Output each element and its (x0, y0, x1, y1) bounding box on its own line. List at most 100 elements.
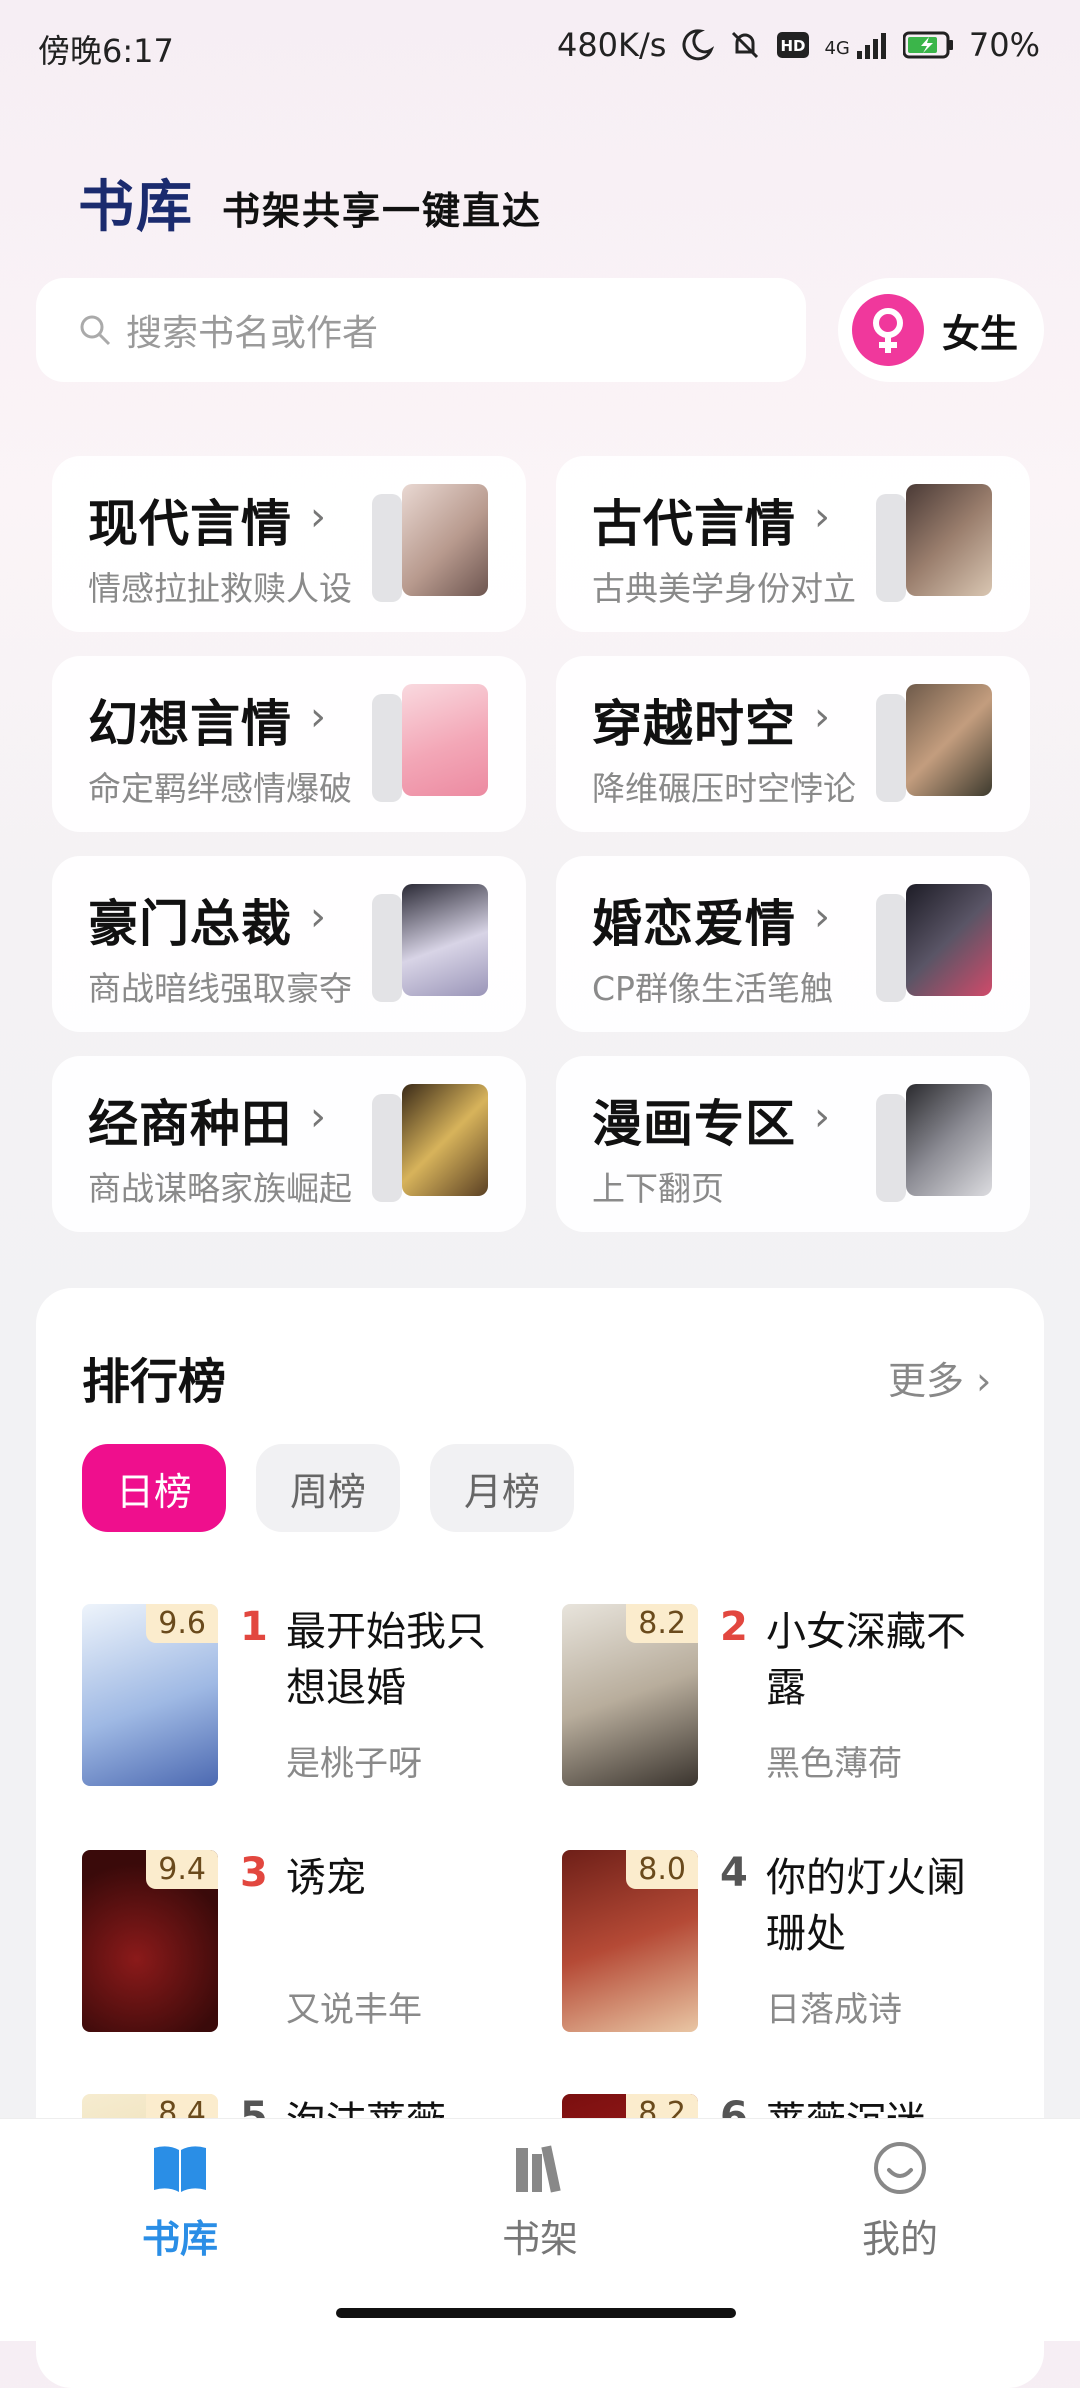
category-card-fantasy-romance[interactable]: 幻想言情 › 命定羁绊感情爆破 (52, 656, 526, 832)
category-desc: 商战暗线强取豪夺 (88, 969, 352, 1008)
book-title: 小女深藏不露 (766, 1609, 966, 1711)
cover-stack (876, 694, 906, 802)
nav-label: 书库 (141, 2217, 218, 2261)
moon-icon (680, 28, 715, 62)
category-desc: 古典美学身份对立 (592, 569, 856, 608)
book-title: 你的灯火阑珊处 (766, 1855, 966, 1957)
nav-item-bookshelf[interactable]: 书架 (440, 2140, 640, 2263)
book-author: 黑色薄荷 (766, 1744, 902, 1784)
category-cover-image (906, 484, 992, 596)
nav-item-profile[interactable]: 我的 (800, 2140, 1000, 2263)
score-badge: 8.4 (146, 2094, 218, 2118)
female-icon (852, 294, 924, 366)
category-card-comics[interactable]: 漫画专区 › 上下翻页 (556, 1056, 1030, 1232)
hd-icon: HD (776, 31, 810, 59)
category-name: 豪门总裁 (88, 895, 292, 953)
nav-label: 书架 (501, 2217, 578, 2261)
cover-stack (876, 494, 906, 602)
page-title: 书库 (78, 175, 194, 240)
category-card-business-farming[interactable]: 经商种田 › 商战谋略家族崛起 (52, 1056, 526, 1232)
more-label: 更多 (888, 1359, 965, 1403)
category-name: 经商种田 (88, 1095, 292, 1153)
chevron-right-icon: › (814, 494, 830, 540)
signal-icon: 4G (824, 31, 888, 59)
nav-item-library[interactable]: 书库 (80, 2140, 280, 2263)
ranking-title: 排行榜 (82, 1354, 227, 1410)
ranking-item[interactable]: 8.0 4 你的灯火阑珊处 日落成诗 (562, 1850, 1002, 2050)
category-name: 现代言情 (88, 495, 292, 553)
category-cover-image (402, 684, 488, 796)
category-name: 幻想言情 (88, 695, 292, 753)
category-cover-image (906, 1084, 992, 1196)
category-name: 漫画专区 (592, 1095, 796, 1153)
category-cover-image (402, 1084, 488, 1196)
book-author: 日落成诗 (766, 1990, 902, 2030)
rank-number: 5 (240, 2094, 268, 2118)
status-bar: 傍晚6:17 480K/s HD 4G 70% (0, 0, 1080, 90)
status-icons: 480K/s HD 4G 70% (557, 26, 1040, 64)
book-cover: 8.2 (562, 1604, 698, 1786)
category-desc: 情感拉扯救赎人设 (88, 569, 352, 608)
category-card-time-travel[interactable]: 穿越时空 › 降维碾压时空悖论 (556, 656, 1030, 832)
gender-switch-button[interactable]: 女生 (838, 278, 1044, 382)
category-desc: 商战谋略家族崛起 (88, 1169, 352, 1208)
rank-number: 1 (240, 1604, 268, 1650)
score-badge: 8.2 (626, 2094, 698, 2118)
score-badge: 8.0 (626, 1850, 698, 1889)
rank-number: 4 (720, 1850, 748, 1896)
book-author: 是桃子呀 (286, 1744, 422, 1784)
more-link[interactable]: 更多 › (888, 1350, 991, 1405)
cover-stack (876, 1094, 906, 1202)
chevron-right-icon: › (814, 1094, 830, 1140)
book-cover: 8.4 (82, 2094, 218, 2118)
score-badge: 9.4 (146, 1850, 218, 1889)
score-badge: 8.2 (626, 1604, 698, 1643)
battery-level: 70% (968, 26, 1040, 64)
network-speed: 480K/s (556, 26, 667, 64)
svg-text:HD: HD (781, 37, 806, 55)
category-desc: 降维碾压时空悖论 (592, 769, 856, 808)
category-name: 穿越时空 (592, 695, 796, 753)
rank-number: 3 (240, 1850, 268, 1896)
ranking-item[interactable]: 8.2 2 小女深藏不露 黑色薄荷 (562, 1604, 1002, 1804)
cover-stack (372, 694, 402, 802)
tab-monthly[interactable]: 月榜 (430, 1444, 574, 1532)
search-input[interactable]: 搜索书名或作者 (36, 278, 806, 382)
home-indicator[interactable] (336, 2308, 736, 2318)
battery-icon (902, 31, 955, 59)
tab-daily[interactable]: 日榜 (82, 1444, 226, 1532)
ranking-item[interactable]: 9.4 3 诱宠 又说丰年 (82, 1850, 522, 2050)
smiley-icon (874, 2142, 926, 2194)
network-type: 4G (824, 38, 850, 59)
cover-stack (876, 894, 906, 1002)
book-title: 蔷薇沉迷 (766, 2094, 996, 2118)
chevron-right-icon: › (310, 1094, 326, 1140)
mute-bell-icon (728, 28, 762, 62)
ranking-item[interactable]: 9.6 1 最开始我只想退婚 是桃子呀 (82, 1604, 522, 1804)
ranking-item[interactable]: 8.2 6 蔷薇沉迷 (562, 2094, 1002, 2118)
book-cover: 9.6 (82, 1604, 218, 1786)
chevron-right-icon: › (310, 494, 326, 540)
tab-weekly[interactable]: 周榜 (256, 1444, 400, 1532)
search-icon (80, 315, 111, 346)
chevron-right-icon: › (976, 1359, 992, 1403)
category-cover-image (906, 684, 992, 796)
book-author: 又说丰年 (286, 1990, 422, 2030)
gender-label: 女生 (942, 311, 1019, 356)
category-card-marriage-romance[interactable]: 婚恋爱情 › CP群像生活笔触 (556, 856, 1030, 1032)
ranking-item[interactable]: 8.4 5 泡沫蔷薇 (82, 2094, 522, 2118)
category-name: 古代言情 (592, 495, 796, 553)
book-cover: 8.2 (562, 2094, 698, 2118)
chevron-right-icon: › (814, 894, 830, 940)
rank-number: 2 (720, 1604, 748, 1650)
status-time: 傍晚6:17 (38, 32, 174, 70)
category-card-ceo-romance[interactable]: 豪门总裁 › 商战暗线强取豪夺 (52, 856, 526, 1032)
category-cover-image (402, 484, 488, 596)
category-desc: 上下翻页 (592, 1169, 724, 1208)
category-card-modern-romance[interactable]: 现代言情 › 情感拉扯救赎人设 (52, 456, 526, 632)
category-desc: CP群像生活笔触 (592, 969, 833, 1008)
chevron-right-icon: › (310, 894, 326, 940)
page-subtitle: 书架共享一键直达 (222, 189, 543, 233)
book-title: 最开始我只想退婚 (286, 1609, 486, 1711)
category-card-ancient-romance[interactable]: 古代言情 › 古典美学身份对立 (556, 456, 1030, 632)
